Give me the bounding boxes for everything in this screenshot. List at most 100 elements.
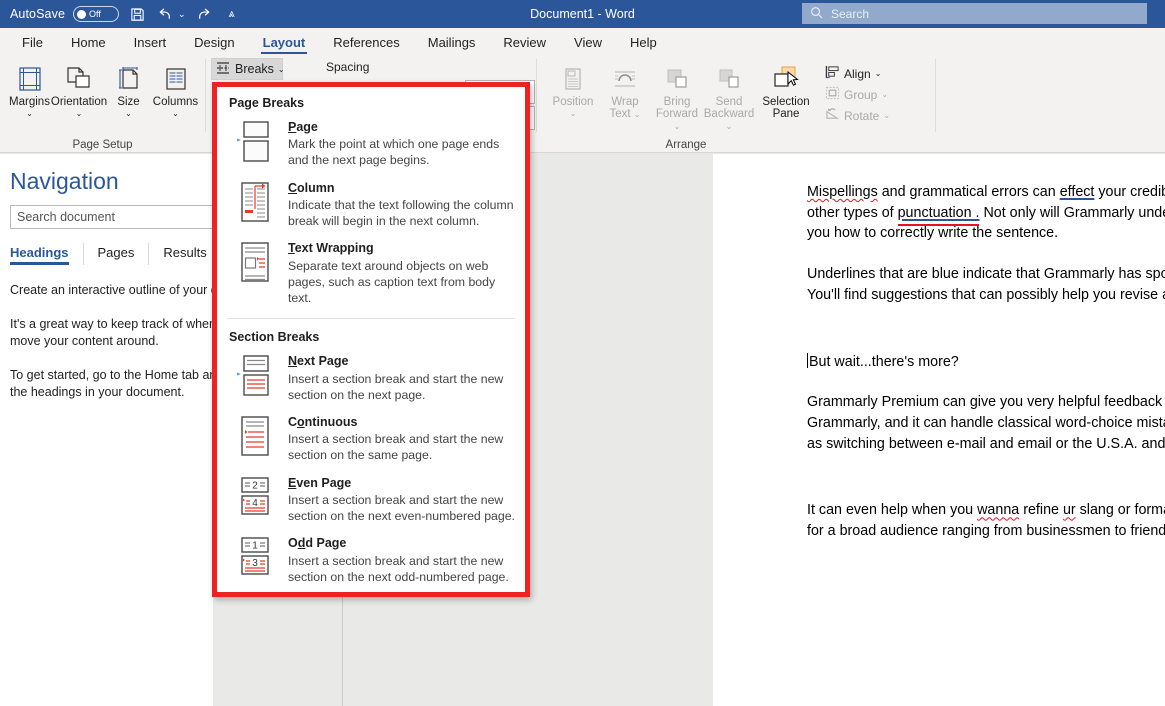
tab-file[interactable]: File xyxy=(8,33,57,54)
grammar-error-punctuation[interactable]: punctuation . xyxy=(898,205,980,221)
size-button[interactable]: Size ⌄ xyxy=(105,58,152,118)
bring-forward-icon xyxy=(664,62,690,96)
size-caret-icon[interactable]: ⌄ xyxy=(125,109,132,118)
position-button[interactable]: Position ⌄ xyxy=(547,58,599,118)
ribbon: Margins ⌄ Orientation ⌄ Size ⌄ xyxy=(0,54,1165,153)
menu-item-even-page-title: Even Page xyxy=(288,475,515,491)
spacing-label: Spacing xyxy=(326,60,369,74)
menu-divider xyxy=(227,318,515,319)
navigation-help-text-3: To get started, go to the Home tab and t… xyxy=(10,367,245,401)
bring-forward-button[interactable]: BringForward ⌄ xyxy=(651,58,703,132)
menu-item-odd-page-desc: Insert a section break and start the new… xyxy=(288,553,515,585)
search-input[interactable]: Search xyxy=(802,3,1147,24)
search-icon xyxy=(810,6,823,22)
menu-item-column-desc: Indicate that the text following the col… xyxy=(288,197,515,229)
nav-tab-headings[interactable]: Headings xyxy=(10,243,83,265)
ribbon-group-arrange: Position ⌄ WrapText ⌄ BringForward ⌄ Se xyxy=(537,54,935,153)
svg-text:1: 1 xyxy=(252,541,258,552)
bring-forward-label: BringForward ⌄ xyxy=(651,96,703,132)
menu-item-odd-page[interactable]: 1 3 Odd Page Insert a section break and … xyxy=(217,532,525,593)
menu-item-next-page-title: Next Page xyxy=(288,353,515,369)
autosave-toggle[interactable]: Off xyxy=(73,6,119,22)
tab-layout[interactable]: Layout xyxy=(249,33,320,54)
section-breaks-header: Section Breaks xyxy=(217,321,525,350)
orientation-caret-icon[interactable]: ⌄ xyxy=(76,109,83,118)
undo-icon[interactable] xyxy=(155,4,175,24)
nav-tab-pages[interactable]: Pages xyxy=(83,243,149,265)
document-paragraph-1: Mispellings and grammatical errors can e… xyxy=(807,182,1165,244)
undo-dropdown-icon[interactable]: ⌄ xyxy=(178,9,186,20)
more-commands-icon[interactable]: ⩓ xyxy=(222,4,242,24)
navigation-search-input[interactable]: Search document xyxy=(10,205,235,229)
document-paragraph-3: But wait...there's more? xyxy=(807,352,1165,373)
menu-item-column[interactable]: Column Indicate that the text following … xyxy=(217,177,525,238)
menu-item-even-page[interactable]: 2 4 Even Page Insert a section break and… xyxy=(217,472,525,533)
menu-item-text-wrapping[interactable]: Text Wrapping Separate text around objec… xyxy=(217,237,525,314)
tab-home[interactable]: Home xyxy=(57,33,120,54)
menu-item-next-page[interactable]: Next Page Insert a section break and sta… xyxy=(217,350,525,411)
rotate-button[interactable]: Rotate ⌄ xyxy=(821,105,894,126)
rotate-icon xyxy=(825,107,840,124)
document-page[interactable]: Mispellings and grammatical errors can e… xyxy=(713,154,1165,706)
app-body: Navigation Search document Headings Page… xyxy=(0,154,1165,706)
columns-caret-icon[interactable]: ⌄ xyxy=(172,109,179,118)
odd-page-break-icon: 1 3 xyxy=(230,535,276,585)
wrap-text-label: WrapText ⌄ xyxy=(610,96,641,120)
document-paragraph-2: Underlines that are blue indicate that G… xyxy=(807,264,1165,305)
menu-item-continuous-title: Continuous xyxy=(288,414,515,430)
menu-item-page-desc: Mark the point at which one page ends an… xyxy=(288,136,515,168)
send-backward-icon xyxy=(716,62,742,96)
send-backward-button[interactable]: SendBackward ⌄ xyxy=(703,58,755,132)
margins-caret-icon[interactable]: ⌄ xyxy=(26,109,33,118)
group-button[interactable]: Group ⌄ xyxy=(821,84,894,105)
group-caret-icon[interactable]: ⌄ xyxy=(881,90,888,99)
align-icon xyxy=(825,65,840,82)
menu-item-odd-page-title: Odd Page xyxy=(288,535,515,551)
size-label: Size xyxy=(117,96,139,108)
wrap-text-icon xyxy=(612,62,638,96)
breaks-button[interactable]: Breaks ⌄ xyxy=(211,58,283,80)
margins-button[interactable]: Margins ⌄ xyxy=(6,58,53,118)
selection-pane-button[interactable]: SelectionPane xyxy=(755,58,817,120)
tab-review[interactable]: Review xyxy=(489,33,560,54)
ribbon-group-page-setup: Margins ⌄ Orientation ⌄ Size ⌄ xyxy=(0,54,205,153)
tab-design[interactable]: Design xyxy=(180,33,248,54)
tab-insert[interactable]: Insert xyxy=(120,33,181,54)
navigation-help-text-1: Create an interactive outline of your do xyxy=(10,282,245,299)
navigation-search-placeholder: Search document xyxy=(17,210,115,224)
align-button[interactable]: Align ⌄ xyxy=(821,63,894,84)
orientation-button[interactable]: Orientation ⌄ xyxy=(53,58,105,118)
menu-item-next-page-desc: Insert a section break and start the new… xyxy=(288,371,515,403)
align-caret-icon[interactable]: ⌄ xyxy=(875,69,882,78)
nav-tab-results[interactable]: Results xyxy=(148,243,220,265)
tab-mailings[interactable]: Mailings xyxy=(414,33,490,54)
columns-icon xyxy=(163,62,189,96)
grammar-error-effect[interactable]: effect xyxy=(1060,184,1095,200)
redo-icon[interactable] xyxy=(194,4,214,24)
menu-item-page-title: Page xyxy=(288,119,515,135)
page-setup-group-label: Page Setup xyxy=(0,139,205,151)
menu-item-text-wrapping-title: Text Wrapping xyxy=(288,240,515,256)
position-caret-icon[interactable]: ⌄ xyxy=(570,109,577,118)
tab-help[interactable]: Help xyxy=(616,33,671,54)
send-backward-label: SendBackward ⌄ xyxy=(703,96,755,132)
tab-references[interactable]: References xyxy=(319,33,413,54)
next-page-break-icon xyxy=(230,353,276,403)
rotate-caret-icon[interactable]: ⌄ xyxy=(883,111,890,120)
autosave-label: AutoSave xyxy=(10,7,65,21)
margins-label: Margins xyxy=(9,96,50,108)
breaks-caret-icon[interactable]: ⌄ xyxy=(278,65,285,74)
size-icon xyxy=(116,62,142,96)
spelling-error-ur[interactable]: ur xyxy=(1063,502,1076,518)
menu-item-continuous-desc: Insert a section break and start the new… xyxy=(288,431,515,463)
spelling-error-mispellings[interactable]: Mispellings xyxy=(807,184,878,200)
menu-item-page[interactable]: Page Mark the point at which one page en… xyxy=(217,116,525,177)
breaks-dropdown-menu[interactable]: Page Breaks Page Mark the point at which… xyxy=(212,82,530,597)
navigation-help-text-2: It's a great way to keep track of where … xyxy=(10,316,245,350)
spelling-error-wanna[interactable]: wanna xyxy=(977,502,1019,518)
tab-view[interactable]: View xyxy=(560,33,616,54)
menu-item-continuous[interactable]: Continuous Insert a section break and st… xyxy=(217,411,525,472)
columns-button[interactable]: Columns ⌄ xyxy=(152,58,199,118)
save-icon[interactable] xyxy=(127,4,147,24)
wrap-text-button[interactable]: WrapText ⌄ xyxy=(599,58,651,120)
